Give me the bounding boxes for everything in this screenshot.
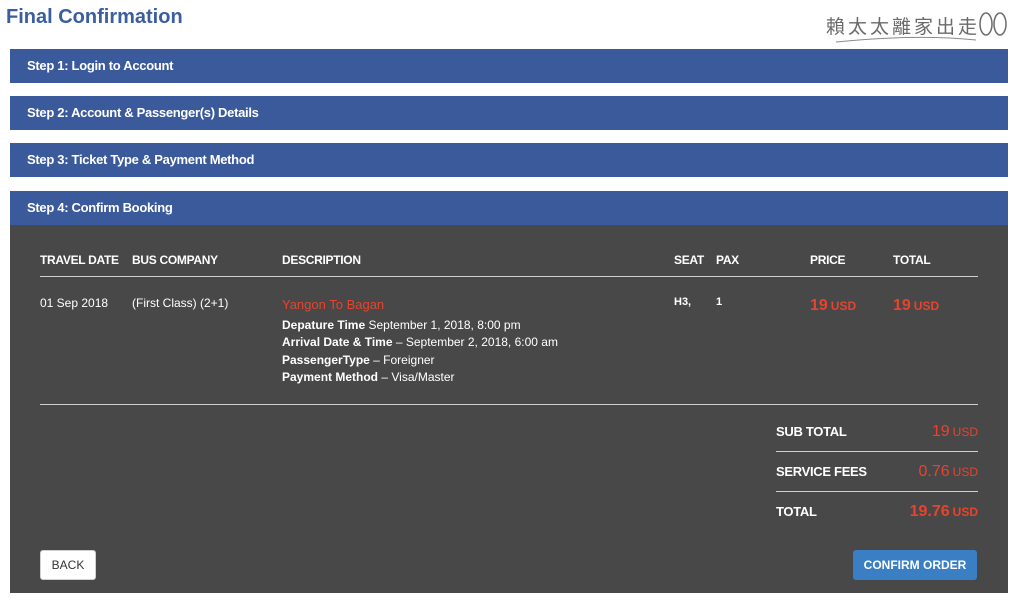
- subtotal-unit: USD: [952, 425, 978, 439]
- total-amount: 19: [893, 297, 911, 314]
- header-pax: PAX: [716, 253, 739, 267]
- row-payment-method: Payment Method – Visa/Master: [282, 370, 455, 384]
- row-divider: [40, 404, 978, 405]
- grand-total-unit: USD: [952, 505, 978, 519]
- row-price: 19 USD: [810, 297, 856, 315]
- row-pax: 1: [716, 296, 723, 308]
- subtotal-value: 19 USD: [932, 423, 978, 441]
- arrival-label: Arrival Date & Time: [282, 335, 393, 349]
- fees-amount: 0.76: [918, 463, 950, 480]
- departure-label: Depature Time: [282, 318, 366, 332]
- header-description: DESCRIPTION: [282, 253, 361, 267]
- payment-value: – Visa/Master: [381, 370, 455, 384]
- header-total: TOTAL: [893, 253, 931, 267]
- departure-value: September 1, 2018, 8:00 pm: [368, 318, 521, 332]
- total-label: TOTAL: [776, 504, 817, 519]
- page-title: Final Confirmation: [6, 6, 183, 28]
- header-bus-company: BUS COMPANY: [132, 253, 218, 267]
- arrival-value: – September 2, 2018, 6:00 am: [395, 335, 558, 349]
- header-seat: SEAT: [674, 253, 704, 267]
- subtotal-divider: [776, 451, 978, 452]
- row-seat: H3,: [674, 296, 692, 308]
- watermark-logo: 賴太太離家出走: [826, 6, 1016, 46]
- row-bus-company: (First Class) (2+1): [132, 296, 229, 310]
- subtotal-amount: 19: [931, 423, 950, 440]
- header-price: PRICE: [810, 253, 846, 267]
- header-travel-date: TRAVEL DATE: [40, 253, 119, 267]
- passenger-type-label: PassengerType: [282, 353, 370, 367]
- price-unit: USD: [830, 299, 857, 313]
- passenger-type-value: – Foreigner: [373, 353, 435, 367]
- step-3-header[interactable]: Step 3: Ticket Type & Payment Method: [10, 143, 1008, 177]
- subtotal-label: SUB TOTAL: [776, 424, 847, 439]
- price-amount: 19: [810, 297, 828, 314]
- fees-divider: [776, 491, 978, 492]
- confirm-order-button[interactable]: CONFIRM ORDER: [853, 550, 977, 580]
- payment-label: Payment Method: [282, 370, 379, 384]
- step-2-header[interactable]: Step 2: Account & Passenger(s) Details: [10, 96, 1008, 130]
- step-1-header[interactable]: Step 1: Login to Account: [10, 49, 1008, 83]
- row-route: Yangon To Bagan: [282, 297, 385, 312]
- confirm-booking-panel: TRAVEL DATE BUS COMPANY DESCRIPTION SEAT…: [10, 225, 1008, 593]
- row-departure: Depature Time September 1, 2018, 8:00 pm: [282, 318, 521, 332]
- service-fees-label: SERVICE FEES: [776, 464, 867, 479]
- total-unit: USD: [913, 299, 940, 313]
- fees-unit: USD: [952, 465, 978, 479]
- step-4-header[interactable]: Step 4: Confirm Booking: [10, 191, 1008, 225]
- watermark-flipflops-icon: [835, 12, 1007, 43]
- grand-total-amount: 19.76: [909, 503, 950, 520]
- service-fees-value: 0.76 USD: [919, 463, 978, 481]
- back-button[interactable]: BACK: [40, 550, 96, 580]
- row-arrival: Arrival Date & Time – September 2, 2018,…: [282, 335, 558, 349]
- header-divider: [40, 276, 978, 277]
- row-travel-date: 01 Sep 2018: [40, 296, 109, 310]
- row-passenger-type: PassengerType – Foreigner: [282, 353, 435, 367]
- total-value: 19.76 USD: [910, 503, 978, 521]
- row-total: 19 USD: [893, 297, 939, 315]
